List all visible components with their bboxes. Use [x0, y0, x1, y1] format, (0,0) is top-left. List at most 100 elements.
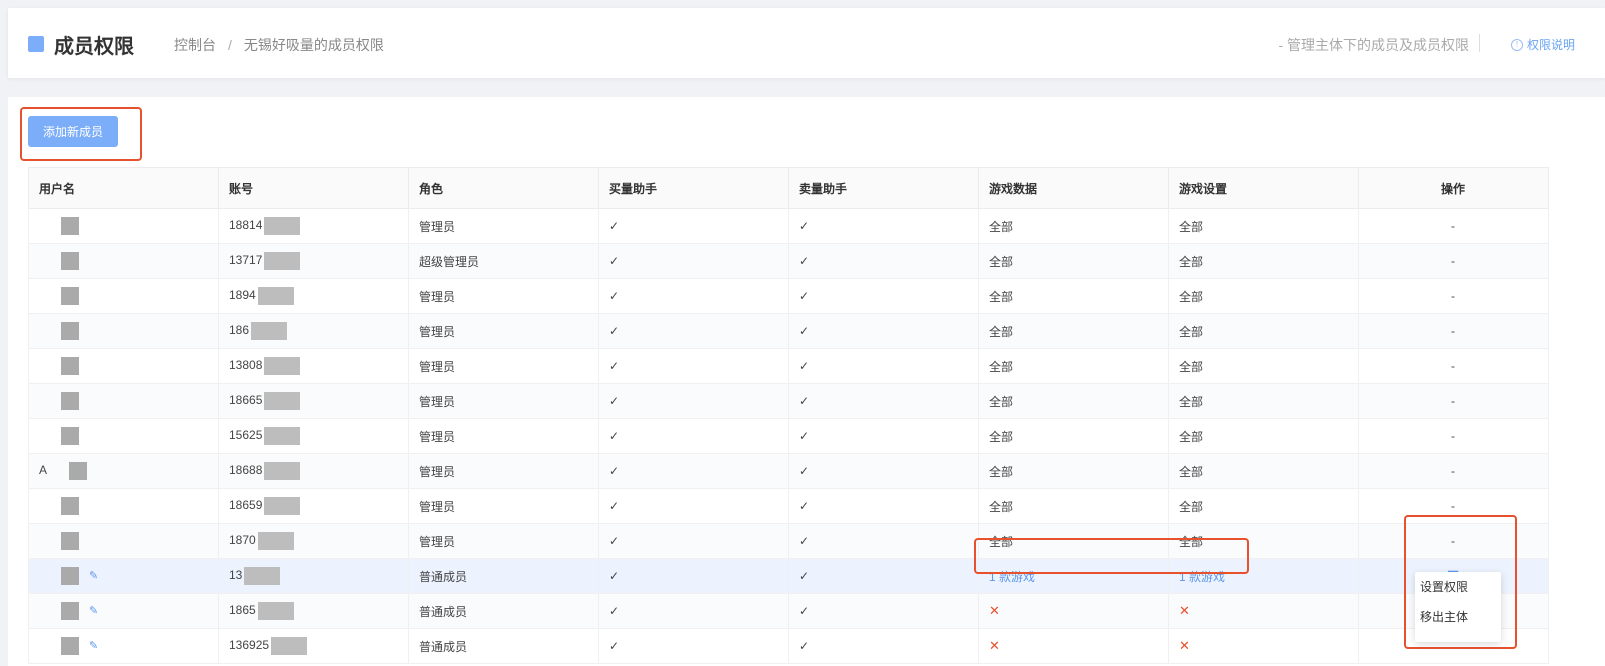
cell-role: 管理员: [408, 418, 599, 454]
page-subtitle: - 管理主体下的成员及成员权限: [1278, 37, 1469, 53]
header-divider: [1479, 34, 1480, 52]
table-row: 1870 管理员 ✓ ✓ 全部 全部 -: [28, 523, 1549, 559]
operation-text: -: [1451, 324, 1455, 338]
redacted-block: [257, 532, 294, 550]
operations-dropdown: 设置权限 移出主体: [1415, 572, 1501, 642]
cell-account: 18688: [218, 453, 409, 489]
cell-username: [28, 523, 219, 559]
table-row: 18665 管理员 ✓ ✓ 全部 全部 -: [28, 383, 1549, 419]
account-text: 13717: [229, 253, 263, 268]
redacted-block: [244, 567, 281, 585]
operation-text: -: [1451, 289, 1455, 303]
redacted-block: [257, 602, 294, 620]
help-link[interactable]: ! 权限说明: [1510, 36, 1575, 53]
column-header: 游戏设置: [1168, 167, 1359, 209]
cell-game-data: 全部: [978, 383, 1169, 419]
avatar: [61, 357, 79, 375]
cell-buy-assistant: ✓: [598, 628, 789, 664]
cell-account: 13808: [218, 348, 409, 384]
operation-text: -: [1451, 219, 1455, 233]
breadcrumb-console[interactable]: 控制台: [174, 37, 216, 53]
cell-game-data: ✕: [978, 628, 1169, 664]
info-icon: !: [1510, 38, 1523, 51]
cell-game-data: 全部: [978, 313, 1169, 349]
cell-role: 管理员: [408, 278, 599, 314]
cell-account: 18659: [218, 488, 409, 524]
avatar: [61, 532, 79, 550]
table-row: 13717 超级管理员 ✓ ✓ 全部 全部 -: [28, 243, 1549, 279]
cell-username: ✎: [28, 628, 219, 664]
operation-text: -: [1451, 254, 1455, 268]
table-row: 186 管理员 ✓ ✓ 全部 全部 -: [28, 313, 1549, 349]
redacted-block: [264, 217, 301, 235]
cell-game-settings: 全部: [1168, 348, 1359, 384]
avatar: [61, 497, 79, 515]
column-header: 操作: [1358, 167, 1549, 209]
cell-sell-assistant: ✓: [788, 383, 979, 419]
cell-sell-assistant: ✓: [788, 313, 979, 349]
cell-sell-assistant: ✓: [788, 453, 979, 489]
cell-role: 管理员: [408, 488, 599, 524]
cell-game-settings: 全部: [1168, 383, 1359, 419]
edit-pencil-icon[interactable]: ✎: [89, 605, 98, 617]
cell-sell-assistant: ✓: [788, 348, 979, 384]
cell-username: [28, 243, 219, 279]
cell-role: 超级管理员: [408, 243, 599, 279]
cell-game-data: 全部: [978, 243, 1169, 279]
cell-username: [28, 278, 219, 314]
table-row: ✎ 136925 普通成员 ✓ ✓ ✕ ✕: [28, 628, 1549, 664]
menu-item-remove-member[interactable]: 移出主体: [1415, 602, 1501, 632]
cell-role: 普通成员: [408, 628, 599, 664]
account-text: 15625: [229, 428, 263, 443]
highlight-add-button: [20, 107, 142, 161]
column-header: 账号: [218, 167, 409, 209]
account-text: 1870: [229, 533, 256, 548]
cell-account: 18814: [218, 208, 409, 244]
edit-pencil-icon[interactable]: ✎: [89, 640, 98, 652]
cell-account: 13: [218, 558, 409, 594]
table-row: 18659 管理员 ✓ ✓ 全部 全部 -: [28, 488, 1549, 524]
cell-game-settings: ✕: [1168, 593, 1359, 629]
cell-role: 管理员: [408, 453, 599, 489]
operation-text: -: [1451, 359, 1455, 373]
cell-username: [28, 383, 219, 419]
cell-operations: -: [1358, 453, 1549, 489]
cell-game-data: 全部: [978, 278, 1169, 314]
cell-sell-assistant: ✓: [788, 628, 979, 664]
table-row: 13808 管理员 ✓ ✓ 全部 全部 -: [28, 348, 1549, 384]
cell-role: 普通成员: [408, 558, 599, 594]
cell-buy-assistant: ✓: [598, 208, 789, 244]
cell-sell-assistant: ✓: [788, 558, 979, 594]
cell-role: 管理员: [408, 348, 599, 384]
column-header: 卖量助手: [788, 167, 979, 209]
cell-game-settings: 全部: [1168, 208, 1359, 244]
operation-text: -: [1451, 464, 1455, 478]
account-text: 18814: [229, 218, 263, 233]
cell-role: 管理员: [408, 313, 599, 349]
breadcrumb: 控制台 / 无锡好吸量的成员权限: [174, 35, 384, 55]
cell-game-data: 全部: [978, 488, 1169, 524]
redacted-block: [264, 462, 301, 480]
avatar: [61, 637, 79, 655]
cell-game-data: 全部: [978, 348, 1169, 384]
edit-pencil-icon[interactable]: ✎: [89, 570, 98, 582]
highlight-game-columns: [974, 538, 1249, 574]
cell-buy-assistant: ✓: [598, 383, 789, 419]
cell-account: 1870: [218, 523, 409, 559]
account-text: 1865: [229, 603, 256, 618]
members-panel: 添加新成员 用户名 账号 角色 买量助手 卖量助手 游戏数据 游戏设置 操作 1…: [8, 97, 1605, 666]
menu-item-set-permission[interactable]: 设置权限: [1415, 572, 1501, 602]
redacted-block: [251, 322, 288, 340]
cell-game-settings: 全部: [1168, 418, 1359, 454]
avatar: [61, 602, 79, 620]
column-header: 游戏数据: [978, 167, 1169, 209]
cell-operations: -: [1358, 243, 1549, 279]
table-row: ✎ 1865 普通成员 ✓ ✓ ✕ ✕: [28, 593, 1549, 629]
title-mark-icon: [28, 36, 44, 52]
avatar: [61, 392, 79, 410]
avatar: [61, 217, 79, 235]
cell-operations: -: [1358, 383, 1549, 419]
cell-game-data: 全部: [978, 208, 1169, 244]
cell-operations: -: [1358, 208, 1549, 244]
cell-buy-assistant: ✓: [598, 523, 789, 559]
